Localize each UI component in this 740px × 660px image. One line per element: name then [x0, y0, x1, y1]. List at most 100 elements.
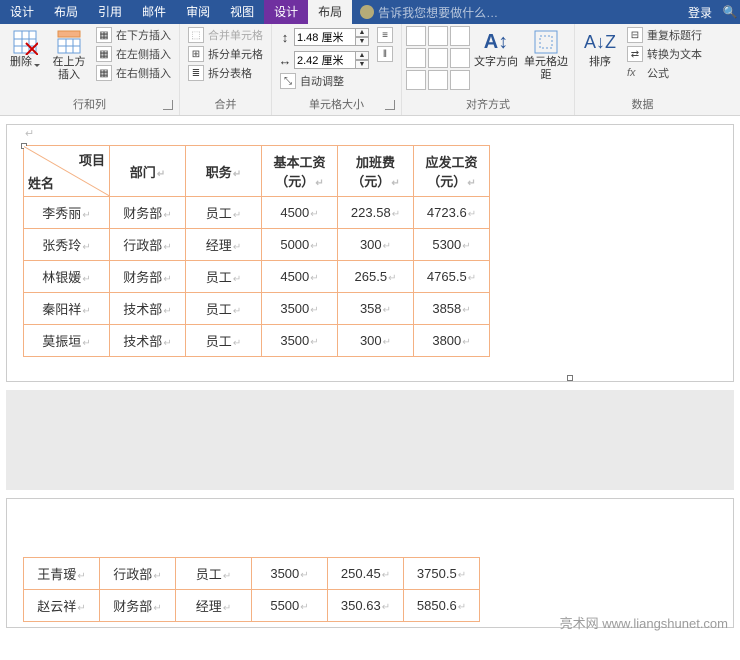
- width-icon: ↔: [276, 53, 294, 68]
- split-cells-button[interactable]: ⊞拆分单元格: [184, 45, 267, 63]
- align-bc[interactable]: [428, 70, 448, 90]
- group-label-size: 单元格大小: [276, 97, 397, 113]
- paragraph-mark: ↵: [25, 127, 34, 140]
- watermark-text: 亮术网 www.liangshunet.com: [560, 613, 728, 632]
- login-link[interactable]: 登录: [680, 4, 720, 21]
- insert-above-button[interactable]: 在上方插入: [48, 26, 90, 84]
- col-width-input[interactable]: [294, 51, 356, 69]
- table-row[interactable]: 张秀玲↵行政部↵经理↵5000↵300↵5300↵: [24, 229, 490, 261]
- table-row[interactable]: 林银媛↵财务部↵员工↵4500↵265.5↵4765.5↵: [24, 261, 490, 293]
- group-alignment: A↕ 文字方向 单元格边距 对齐方式: [402, 24, 575, 115]
- tab-layout[interactable]: 布局: [44, 0, 88, 24]
- tab-mailings[interactable]: 邮件: [132, 0, 176, 24]
- salary-table-2[interactable]: 王青瑷↵行政部↵员工↵3500↵250.45↵3750.5↵赵云祥↵财务部↵经理…: [23, 557, 480, 622]
- group-data: A↓Z 排序 ⊟重复标题行 ⇄转换为文本 fx公式 数据: [575, 24, 710, 115]
- insert-above-icon: [55, 28, 83, 56]
- document-area[interactable]: ↵ 项目 姓名 部门↵ 职务↵ 基本工资（元）↵ 加班费（元）↵ 应发工资（元）…: [0, 116, 740, 660]
- fx-icon: fx: [627, 67, 643, 79]
- ribbon: 删除 在上方插入 ▦在下方插入 ▦在左侧插入 ▦在右侧插入 行和列 ⬚合并单元格…: [0, 24, 740, 116]
- distribute-rows-icon: ≡: [377, 27, 393, 43]
- insert-below-button[interactable]: ▦在下方插入: [92, 26, 175, 44]
- cell-margins-icon: [532, 28, 560, 56]
- width-up[interactable]: ▲: [355, 51, 369, 60]
- group-rows-cols: 删除 在上方插入 ▦在下方插入 ▦在左侧插入 ▦在右侧插入 行和列: [0, 24, 180, 115]
- group-cell-size: ↕▲▼ ↔▲▼ ⤡自动调整 ≡ ‖ 单元格大小: [272, 24, 402, 115]
- header-diag: 项目 姓名: [24, 146, 110, 197]
- width-down[interactable]: ▼: [355, 60, 369, 69]
- autofit-button[interactable]: ⤡自动调整: [276, 72, 369, 90]
- th-role: 职务↵: [186, 146, 262, 197]
- align-ml[interactable]: [406, 48, 426, 68]
- col-width-spinner[interactable]: ↔ ▲▼: [276, 50, 369, 70]
- insert-right-icon: ▦: [96, 65, 112, 81]
- salary-table[interactable]: 项目 姓名 部门↵ 职务↵ 基本工资（元）↵ 加班费（元）↵ 应发工资（元）↵ …: [23, 145, 490, 357]
- sort-button[interactable]: A↓Z 排序: [579, 26, 621, 71]
- merge-cells-icon: ⬚: [188, 27, 204, 43]
- tell-me-text: 告诉我您想要做什么…: [378, 4, 498, 21]
- text-direction-icon: A↕: [482, 28, 510, 56]
- delete-button[interactable]: 删除: [4, 26, 46, 71]
- th-due: 应发工资（元）↵: [414, 146, 490, 197]
- page: 王青瑷↵行政部↵员工↵3500↵250.45↵3750.5↵赵云祥↵财务部↵经理…: [6, 498, 734, 628]
- distribute-cols-icon: ‖: [377, 46, 393, 62]
- search-icon[interactable]: 🔍: [720, 5, 740, 19]
- distribute-cols[interactable]: ‖: [373, 45, 397, 63]
- align-tl[interactable]: [406, 26, 426, 46]
- tab-view[interactable]: 视图: [220, 0, 264, 24]
- th-base: 基本工资（元）↵: [262, 146, 338, 197]
- cell-margins-button[interactable]: 单元格边距: [522, 26, 570, 84]
- ribbon-tabs: 设计 布局 引用 邮件 审阅 视图 设计 布局 告诉我您想要做什么… 登录 🔍: [0, 0, 740, 24]
- table-row[interactable]: 李秀丽↵财务部↵员工↵4500↵223.58↵4723.6↵: [24, 197, 490, 229]
- row-height-input[interactable]: [294, 28, 356, 46]
- insert-left-button[interactable]: ▦在左侧插入: [92, 45, 175, 63]
- align-mr[interactable]: [450, 48, 470, 68]
- group-label-merge: 合并: [184, 97, 267, 113]
- align-br[interactable]: [450, 70, 470, 90]
- align-tc[interactable]: [428, 26, 448, 46]
- group-label-rowcol: 行和列: [4, 97, 175, 113]
- insert-right-button[interactable]: ▦在右侧插入: [92, 64, 175, 82]
- th-dept: 部门↵: [110, 146, 186, 197]
- table-row[interactable]: 赵云祥↵财务部↵经理↵5500↵350.63↵5850.6↵: [24, 590, 480, 622]
- page-gap: [6, 390, 734, 490]
- tab-table-layout[interactable]: 布局: [308, 0, 352, 24]
- convert-text-icon: ⇄: [627, 46, 643, 62]
- align-bl[interactable]: [406, 70, 426, 90]
- alignment-grid: [406, 26, 470, 90]
- split-table-button[interactable]: ≣拆分表格: [184, 64, 267, 82]
- delete-table-icon: [11, 28, 39, 56]
- group-label-data: 数据: [579, 97, 706, 113]
- insert-below-icon: ▦: [96, 27, 112, 43]
- row-height-spinner[interactable]: ↕ ▲▼: [276, 27, 369, 47]
- table-row[interactable]: 秦阳祥↵技术部↵员工↵3500↵358↵3858↵: [24, 293, 490, 325]
- table-row[interactable]: 莫振垣↵技术部↵员工↵3500↵300↵3800↵: [24, 325, 490, 357]
- tab-design[interactable]: 设计: [0, 0, 44, 24]
- tell-me-box[interactable]: 告诉我您想要做什么…: [360, 4, 498, 21]
- height-up[interactable]: ▲: [355, 28, 369, 37]
- insert-left-icon: ▦: [96, 46, 112, 62]
- tab-table-design[interactable]: 设计: [264, 0, 308, 24]
- table-resize-handle[interactable]: [567, 375, 573, 381]
- tab-review[interactable]: 审阅: [176, 0, 220, 24]
- merge-cells-button[interactable]: ⬚合并单元格: [184, 26, 267, 44]
- convert-text-button[interactable]: ⇄转换为文本: [623, 45, 706, 63]
- group-merge: ⬚合并单元格 ⊞拆分单元格 ≣拆分表格 合并: [180, 24, 272, 115]
- autofit-icon: ⤡: [280, 73, 296, 89]
- align-mc[interactable]: [428, 48, 448, 68]
- sort-icon: A↓Z: [586, 28, 614, 56]
- split-table-icon: ≣: [188, 65, 204, 81]
- repeat-header-button[interactable]: ⊟重复标题行: [623, 26, 706, 44]
- bulb-icon: [360, 5, 374, 19]
- repeat-header-icon: ⊟: [627, 27, 643, 43]
- distribute-rows[interactable]: ≡: [373, 26, 397, 44]
- page: ↵ 项目 姓名 部门↵ 职务↵ 基本工资（元）↵ 加班费（元）↵ 应发工资（元）…: [6, 124, 734, 382]
- th-overtime: 加班费（元）↵: [338, 146, 414, 197]
- text-direction-button[interactable]: A↕ 文字方向: [472, 26, 520, 71]
- formula-button[interactable]: fx公式: [623, 64, 706, 82]
- table-row[interactable]: 王青瑷↵行政部↵员工↵3500↵250.45↵3750.5↵: [24, 558, 480, 590]
- tab-references[interactable]: 引用: [88, 0, 132, 24]
- height-down[interactable]: ▼: [355, 37, 369, 46]
- align-tr[interactable]: [450, 26, 470, 46]
- height-icon: ↕: [276, 30, 294, 45]
- split-cells-icon: ⊞: [188, 46, 204, 62]
